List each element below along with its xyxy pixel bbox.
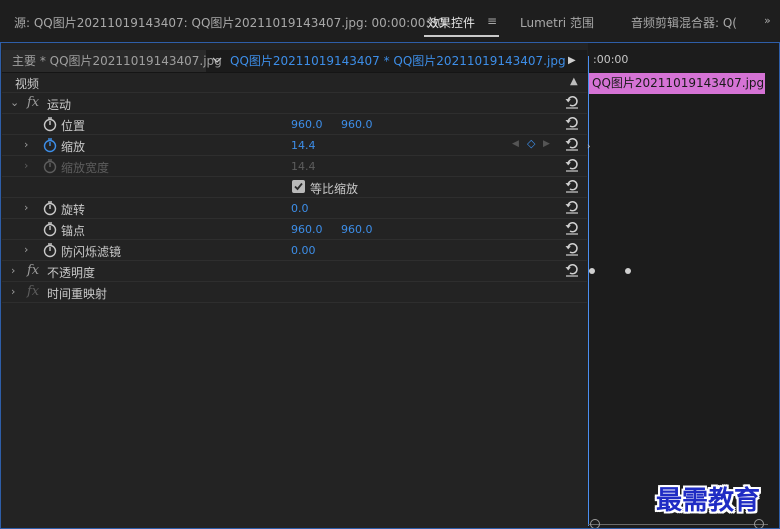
- prev-keyframe-icon[interactable]: ◀: [512, 139, 519, 149]
- reset-icon[interactable]: [564, 178, 580, 194]
- property-row-anti-flicker: › 防闪烁滤镜 0.00: [2, 240, 587, 261]
- master-clip-tab[interactable]: 主要 * QQ图片20211019143407.jpg: [2, 50, 222, 72]
- tab-source[interactable]: 源: QQ图片20211019143407: QQ图片2021101914340…: [14, 14, 445, 31]
- active-tab-indicator: [424, 35, 499, 37]
- timeline-scrollbar[interactable]: [588, 524, 768, 525]
- fx-icon[interactable]: fx: [27, 95, 39, 110]
- rotation-value[interactable]: 0.0: [291, 202, 309, 215]
- stopwatch-icon: [43, 159, 57, 174]
- chevron-down-icon[interactable]: [212, 54, 222, 68]
- expand-right-icon[interactable]: ›: [24, 138, 28, 151]
- fx-icon: fx: [27, 284, 40, 299]
- add-keyframe-icon[interactable]: ◇: [527, 137, 535, 150]
- clip-selector-bar: 主要 * QQ图片20211019143407.jpg QQ图片20211019…: [2, 50, 587, 73]
- expand-right-icon[interactable]: ›: [24, 201, 28, 214]
- reset-icon[interactable]: [564, 94, 580, 110]
- keyframe-marker-icon[interactable]: ›: [587, 142, 591, 152]
- anti-flicker-value[interactable]: 0.00: [291, 244, 316, 257]
- stopwatch-icon[interactable]: [42, 200, 58, 216]
- scale-width-value: 14.4: [291, 160, 316, 173]
- uniform-scale-checkbox[interactable]: [292, 180, 305, 193]
- tab-effect-controls[interactable]: 效果控件: [427, 14, 475, 31]
- anchor-y-value[interactable]: 960.0: [341, 223, 373, 236]
- scroll-handle-left[interactable]: [590, 519, 600, 529]
- property-row-scale: › 缩放 14.4 ◀ ◇ ▶: [2, 135, 587, 156]
- next-keyframe-icon[interactable]: ▶: [543, 139, 550, 149]
- property-row-position: 位置 960.0 960.0: [2, 114, 587, 135]
- effect-name: 运动: [47, 98, 72, 112]
- anchor-x-value[interactable]: 960.0: [291, 223, 323, 236]
- keyframe-dot[interactable]: [625, 268, 631, 274]
- scroll-handle-right[interactable]: [754, 519, 764, 529]
- property-row-uniform-scale: 等比缩放: [2, 177, 587, 198]
- property-row-scale-width: › 缩放宽度 14.4: [2, 156, 587, 177]
- stopwatch-icon[interactable]: [42, 116, 58, 132]
- panel-tab-bar: 源: QQ图片20211019143407: QQ图片2021101914340…: [0, 0, 780, 43]
- expand-right-icon: ›: [24, 159, 29, 172]
- playhead[interactable]: [588, 56, 589, 526]
- effect-row-time-remapping[interactable]: › fx 时间重映射: [2, 282, 587, 303]
- sequence-clip-tab[interactable]: QQ图片20211019143407 * QQ图片20211019143407.…: [230, 50, 566, 72]
- reset-icon[interactable]: [564, 241, 580, 257]
- reset-icon[interactable]: [564, 262, 580, 278]
- property-row-rotation: › 旋转 0.0: [2, 198, 587, 219]
- stopwatch-icon[interactable]: [42, 242, 58, 258]
- timeline-clip[interactable]: QQ图片20211019143407.jpg: [588, 73, 765, 94]
- property-label: 缩放: [61, 140, 86, 154]
- uniform-scale-label: 等比缩放: [310, 182, 359, 196]
- keyframe-dot[interactable]: [589, 268, 595, 274]
- tab-menu-icon[interactable]: ≡: [487, 14, 497, 28]
- expand-right-icon[interactable]: ›: [24, 243, 28, 256]
- reset-icon[interactable]: [564, 136, 580, 152]
- property-label: 锚点: [61, 224, 86, 238]
- effect-timeline[interactable]: :00:00 QQ图片20211019143407.jpg ›: [587, 42, 780, 529]
- position-y-value[interactable]: 960.0: [341, 118, 373, 131]
- position-x-value[interactable]: 960.0: [291, 118, 323, 131]
- tab-audio-clip-mixer[interactable]: 音频剪辑混合器: Q(: [631, 14, 737, 31]
- fx-icon[interactable]: fx: [27, 263, 39, 278]
- expand-right-icon[interactable]: ›: [11, 264, 15, 277]
- watermark-logo: 最需教育: [656, 486, 761, 516]
- timeline-timecode: :00:00: [593, 53, 629, 66]
- section-title: 视频: [15, 77, 40, 91]
- play-triangle-icon[interactable]: ▶: [568, 50, 576, 72]
- expand-right-icon[interactable]: ›: [11, 285, 15, 298]
- stopwatch-icon[interactable]: [42, 221, 58, 237]
- scale-value[interactable]: 14.4: [291, 139, 316, 152]
- expand-down-icon[interactable]: ⌄: [10, 96, 19, 109]
- stopwatch-active-icon[interactable]: [42, 137, 58, 153]
- effect-row-motion[interactable]: ⌄ fx 运动: [2, 93, 587, 114]
- property-row-anchor-point: 锚点 960.0 960.0: [2, 219, 587, 240]
- effect-row-opacity[interactable]: › fx 不透明度: [2, 261, 587, 282]
- effect-name: 时间重映射: [47, 287, 108, 301]
- overflow-tabs-icon[interactable]: »: [764, 14, 771, 27]
- tab-lumetri-scopes[interactable]: Lumetri 范围: [520, 14, 594, 31]
- property-label: 位置: [61, 119, 86, 133]
- property-label: 旋转: [61, 203, 86, 217]
- reset-icon[interactable]: [564, 220, 580, 236]
- collapse-up-icon[interactable]: ▲: [570, 76, 578, 87]
- property-label: 缩放宽度: [61, 161, 110, 175]
- reset-icon[interactable]: [564, 115, 580, 131]
- property-label: 防闪烁滤镜: [61, 245, 122, 259]
- reset-icon[interactable]: [564, 199, 580, 215]
- reset-icon[interactable]: [564, 157, 580, 173]
- video-section-header: 视频 ▲: [2, 72, 587, 93]
- effect-name: 不透明度: [47, 266, 96, 280]
